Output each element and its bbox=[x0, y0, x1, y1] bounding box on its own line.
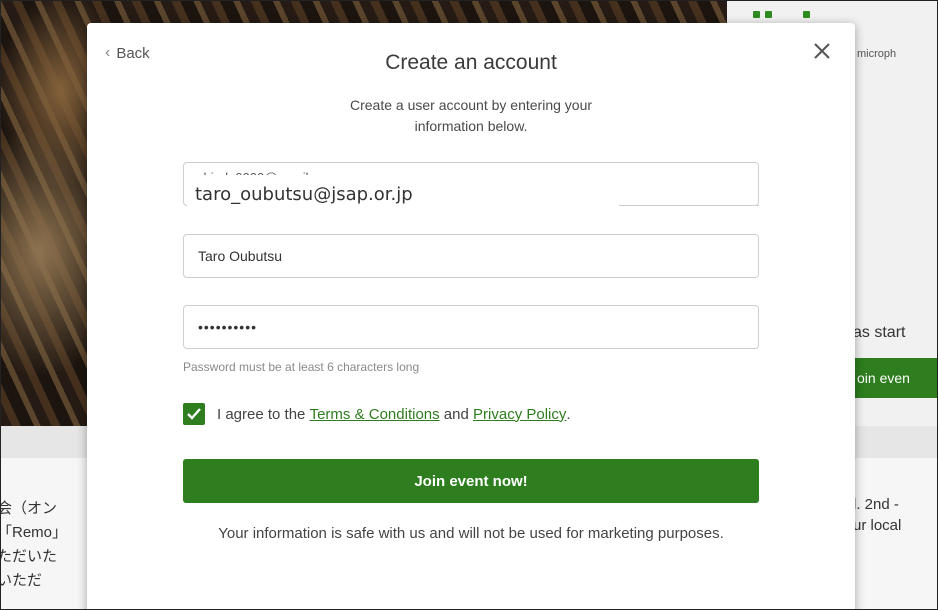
terms-agreement-row: I agree to the Terms & Conditions and Pr… bbox=[183, 403, 571, 425]
background-right-text: l. 2nd - ur local bbox=[853, 494, 901, 536]
checkmark-icon bbox=[187, 408, 201, 420]
name-field[interactable] bbox=[183, 234, 759, 278]
email-field-underline bbox=[619, 205, 759, 206]
join-event-button[interactable]: Join event now! bbox=[183, 459, 759, 503]
privacy-notice: Your information is safe with us and wil… bbox=[218, 525, 724, 542]
create-account-modal: ‹ Back Create an account Create a user a… bbox=[87, 23, 855, 609]
background-left-text: 会（オン 「Remo」 ただいた いただ bbox=[0, 497, 68, 593]
password-hint: Password must be at least 6 characters l… bbox=[183, 360, 420, 374]
modal-title: Create an account bbox=[385, 51, 557, 74]
password-field[interactable] bbox=[183, 305, 759, 349]
terms-link[interactable]: Terms & Conditions bbox=[310, 406, 440, 423]
background-left-line: いただ bbox=[0, 572, 43, 589]
background-left-line: 会（オン bbox=[0, 500, 58, 517]
background-right-line: l. 2nd - bbox=[853, 496, 899, 513]
background-started-text: as start bbox=[853, 324, 906, 341]
background-left-line: 「Remo」 bbox=[0, 524, 68, 541]
agree-text-before: I agree to the bbox=[217, 405, 310, 423]
screenshot-frame: microph as start oin even l. 2nd - ur lo… bbox=[0, 0, 938, 610]
background-right-line: ur local bbox=[853, 517, 902, 534]
background-status-dots bbox=[753, 11, 813, 19]
privacy-link[interactable]: Privacy Policy bbox=[473, 406, 566, 423]
email-overlay-annotation: taro_oubutsu@jsap.or.jp bbox=[187, 183, 629, 207]
agree-text-middle: and bbox=[439, 405, 474, 423]
agree-checkbox[interactable] bbox=[183, 403, 205, 425]
background-left-line: ただいた bbox=[0, 548, 58, 565]
background-mic-text: microph bbox=[857, 48, 897, 60]
modal-subtitle: Create a user account by entering your i… bbox=[349, 97, 593, 134]
agree-text-after: . bbox=[566, 405, 571, 423]
background-join-button: oin even bbox=[851, 358, 937, 398]
email-field-original-text: shiodo0000@gmail.com bbox=[197, 167, 337, 175]
